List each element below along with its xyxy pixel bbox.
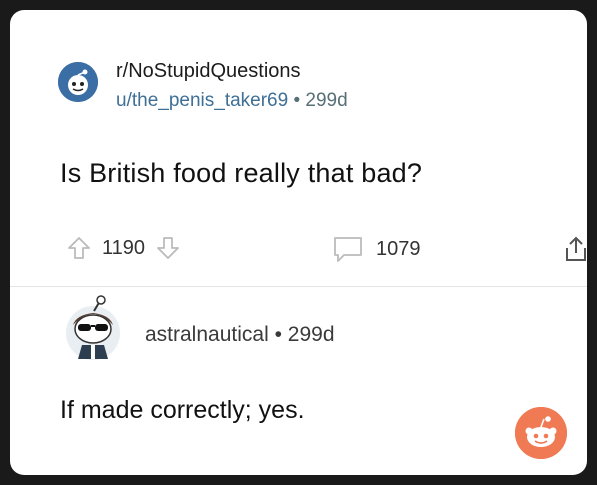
comment-age: 299d: [287, 323, 335, 346]
comment-bubble-icon: [332, 235, 364, 263]
comments-button[interactable]: 1079: [332, 235, 421, 263]
divider: [10, 286, 587, 287]
post-age: 299d: [305, 90, 348, 111]
comment-meta: astralnautical • 299d: [145, 323, 335, 347]
comment-meta-separator: •: [274, 323, 282, 346]
comment-author-link[interactable]: astralnautical: [145, 323, 269, 346]
post-title[interactable]: Is British food really that bad?: [60, 158, 422, 189]
comment-count: 1079: [376, 237, 421, 260]
commenter-avatar[interactable]: [58, 293, 128, 363]
downvote-icon[interactable]: [155, 235, 181, 261]
vote-group: 1190: [66, 235, 181, 261]
post-author-link[interactable]: u/the_penis_taker69: [116, 90, 288, 111]
subreddit-avatar-icon[interactable]: [58, 62, 98, 102]
meta-separator: •: [293, 90, 301, 111]
upvote-icon[interactable]: [66, 235, 92, 261]
reddit-logo-icon[interactable]: [515, 407, 567, 459]
post-meta: u/the_penis_taker69 • 299d: [116, 90, 348, 112]
comment-body: If made correctly; yes.: [60, 396, 305, 424]
post-actions-bar: 1190 1079: [10, 235, 587, 271]
share-icon[interactable]: [564, 235, 587, 263]
subreddit-name[interactable]: r/NoStupidQuestions: [116, 60, 301, 83]
vote-count: 1190: [102, 236, 146, 259]
post-card: r/NoStupidQuestions u/the_penis_taker69 …: [10, 10, 587, 475]
